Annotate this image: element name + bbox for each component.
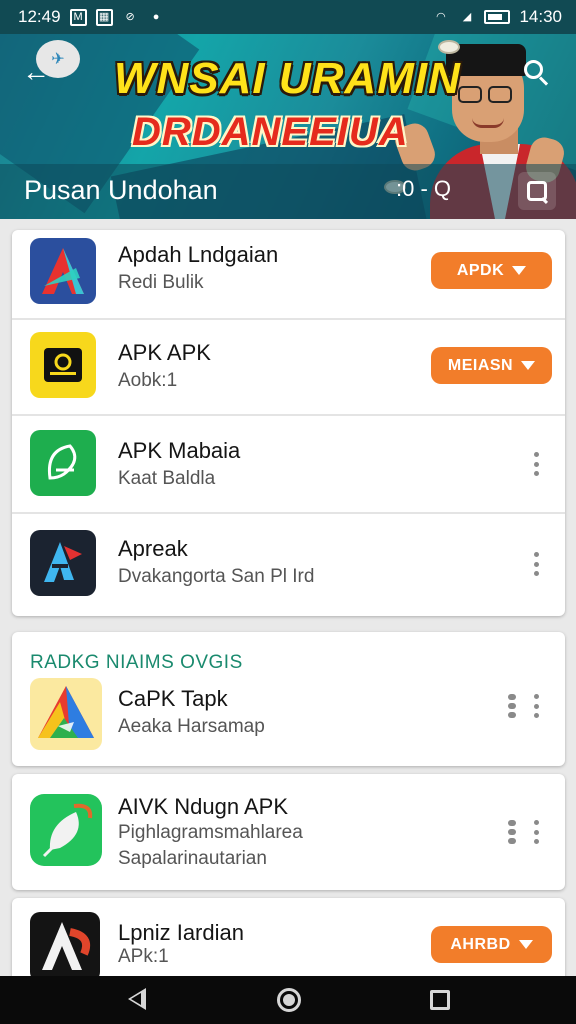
status-time-left: 12:49 [18,7,61,26]
back-arrow-icon[interactable]: ← [22,56,54,88]
system-nav-bar [0,976,576,1024]
list-item[interactable]: Apdah Lndgaian Redi Bulik APDK [12,230,565,318]
section-card: RADKG NIAIMS OVGIS CaPK Tapk Aeaka Harsa… [12,632,565,766]
apk-arrow-icon [30,238,96,304]
header-banner: ✈ ← WNSAI URAMIN DRDANEEIUA Pusan Undoha… [0,34,576,219]
app-subtitle: Redi Bulik [118,272,204,293]
app-subtitle-secondary: Sapalarinautarian [118,848,267,869]
app-name: APK APK [118,340,211,365]
battery-icon [484,10,511,24]
app-action-label: MEIASN [447,356,514,374]
list-item[interactable]: AIVK Ndugn APK Pighlagramsmahlarea Sapal… [12,774,565,890]
app-subtitle: Pighlagramsmahlarea [118,822,303,843]
notification-dot-icon: ● [152,10,160,23]
notification-slash-icon: ⊘ [125,10,135,23]
apk-green-icon [30,430,96,496]
search-icon[interactable] [522,58,552,88]
more-options-icon[interactable] [526,450,546,478]
app-subtitle: Aobk:1 [118,370,178,391]
app-name: Apdah Lndgaian [118,242,279,267]
banner-headline: WNSAI URAMIN [114,54,461,103]
status-right: ◠ ◢ 14:30 [432,7,562,27]
list-item[interactable]: APK Mabaia Kaat Baldla [12,416,565,512]
nav-recents-icon[interactable] [430,990,450,1010]
download-status-icon [506,820,518,844]
nav-home-icon[interactable] [277,988,301,1012]
apk-dark-a-icon [30,912,100,982]
wifi-icon: ◠ [436,10,446,23]
download-status-icon [506,694,518,718]
app-name: Apreak [118,536,188,561]
result-count: :0 - Q [396,176,452,201]
status-time-right: 14:30 [519,7,562,26]
app-card: AIVK Ndugn APK Pighlagramsmahlarea Sapal… [12,774,565,890]
app-action-button[interactable]: MEIASN [431,347,552,384]
list-item[interactable]: Apreak Dvakangorta San Pl Ird [12,514,565,614]
apk-box-icon [30,332,96,398]
notification-m-icon: M [69,8,87,26]
chevron-down-icon [521,361,536,370]
app-action-button[interactable]: APDK [431,252,552,289]
app-subtitle: APk:1 [118,946,169,967]
list-item[interactable]: CaPK Tapk Aeaka Harsamap [12,672,565,766]
app-name: AIVK Ndugn APK [118,794,288,819]
apk-triangle-icon [30,678,102,750]
title-bar: Pusan Undohan :0 - Q [0,164,576,219]
banner-subheadline: DRDANEEIUA [132,110,409,154]
filter-search-icon [527,181,547,201]
apk-feather-icon [30,794,102,866]
status-bar: 12:49 M ▦ ⊘ ● ◠ ◢ 14:30 [0,0,576,34]
app-subtitle: Dvakangorta San Pl Ird [118,566,315,587]
section-title: RADKG NIAIMS OVGIS [30,652,243,673]
list-item[interactable]: APK APK Aobk:1 MEIASN [12,320,565,414]
more-options-icon[interactable] [526,692,546,720]
page-title: Pusan Undohan [24,175,218,205]
app-action-label: AHRBD [450,935,511,953]
app-name: Lpniz Iardian [118,920,244,945]
app-name: CaPK Tapk [118,686,228,711]
status-left: 12:49 M ▦ ⊘ ● [18,7,165,27]
more-options-icon[interactable] [526,818,546,846]
chevron-down-icon [518,940,533,949]
notification-grid-icon: ▦ [95,8,113,26]
more-options-icon[interactable] [526,550,546,578]
nav-back-icon[interactable] [128,988,146,1010]
app-list-card: Apdah Lndgaian Redi Bulik APDK APK APK A… [12,230,565,616]
apk-blue-flag-icon [30,530,96,596]
chevron-down-icon [512,266,527,275]
app-subtitle: Kaat Baldla [118,468,216,489]
app-action-label: APDK [456,261,505,279]
app-name: APK Mabaia [118,438,241,463]
filter-search-button[interactable] [518,172,556,210]
signal-icon: ◢ [462,10,472,23]
app-subtitle: Aeaka Harsamap [118,716,265,737]
app-action-button[interactable]: AHRBD [431,926,552,963]
